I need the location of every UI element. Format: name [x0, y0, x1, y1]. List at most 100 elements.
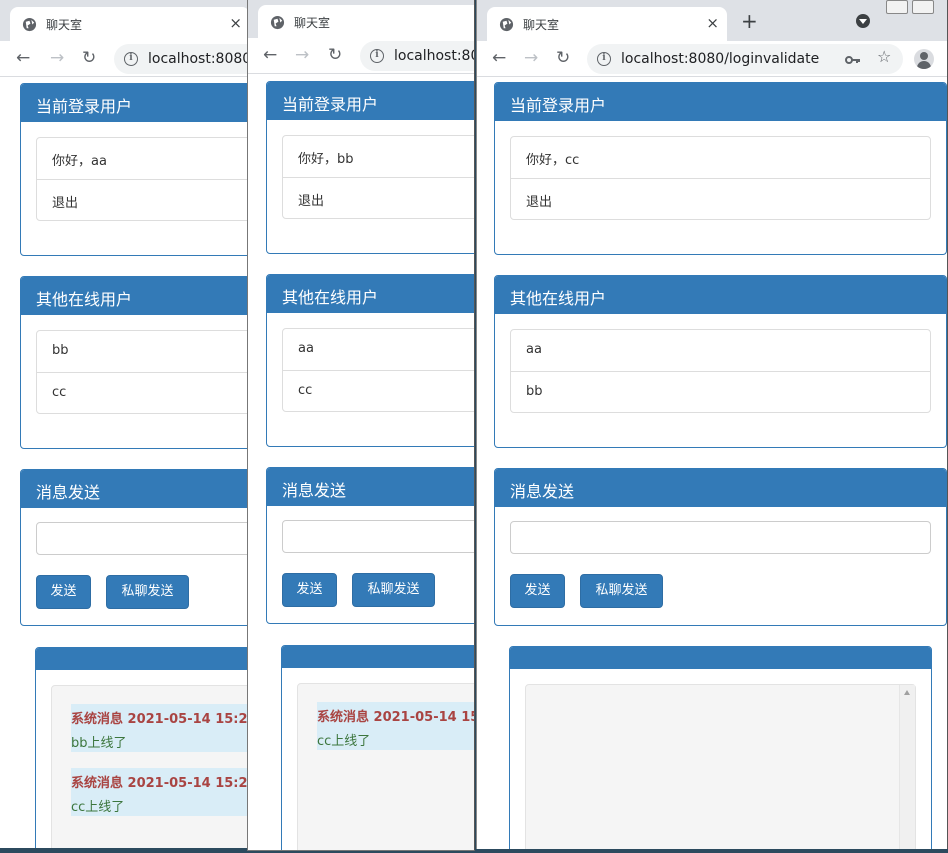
- send-button[interactable]: 发送: [282, 573, 337, 607]
- info-icon[interactable]: i: [370, 49, 384, 63]
- private-send-button[interactable]: 私聊发送: [580, 574, 663, 608]
- message-text: cc上线了: [71, 792, 249, 816]
- address-bar[interactable]: i localhost:8080/loginvalidate ☆: [587, 44, 903, 74]
- greeting-text: 你好，aa: [52, 154, 107, 169]
- tab-close-icon[interactable]: ×: [706, 15, 719, 31]
- chat-scrollbar[interactable]: [899, 685, 915, 849]
- chat-panel: 系统消息 2021-05-14 15:23: bb上线了 系统消息 2021-0…: [35, 647, 249, 848]
- panel-title: 当前登录用户: [21, 84, 249, 122]
- send-message-panel: 消息发送 发送 私聊发送: [494, 468, 947, 626]
- chat-panel-header: [282, 646, 474, 668]
- address-bar[interactable]: i localhost:808: [360, 41, 474, 71]
- tab-strip: 聊天室: [248, 0, 474, 39]
- chat-message: 系统消息 2021-05-14 15:23: bb上线了: [71, 704, 249, 752]
- greeting-text: 你好，bb: [298, 152, 354, 167]
- online-user-item[interactable]: aa: [511, 330, 930, 371]
- chat-log[interactable]: [525, 684, 916, 849]
- greeting-text: 你好，cc: [526, 153, 580, 168]
- message-input[interactable]: [282, 520, 474, 553]
- message-input[interactable]: [36, 522, 249, 555]
- chat-message: 系统消息 2021-05-14 15:23: cc上线了: [71, 768, 249, 816]
- send-message-panel: 消息发送 发送 私聊发送: [20, 469, 249, 626]
- tab-chatroom[interactable]: 聊天室: [258, 5, 474, 39]
- online-user-item[interactable]: bb: [37, 331, 249, 372]
- panel-title: 其他在线用户: [21, 277, 249, 315]
- chat-panel: 系统消息 2021-05-14 15:2 cc上线了: [281, 645, 474, 850]
- tab-strip: 聊天室 ×: [0, 0, 249, 41]
- message-text: bb上线了: [71, 728, 249, 752]
- online-user-list: bb cc: [36, 330, 249, 414]
- tab-title: 聊天室: [46, 17, 83, 32]
- chat-panel: [509, 646, 932, 849]
- current-user-panel: 当前登录用户 你好，bb 退出: [266, 81, 474, 254]
- current-user-panel: 当前登录用户 你好，cc 退出: [494, 82, 947, 255]
- online-user-item[interactable]: cc: [283, 370, 474, 411]
- browser-window-aa: 聊天室 × ← → ↻ i localhost:8080/ 当前登录用户 你好，…: [0, 0, 250, 848]
- panel-title: 消息发送: [495, 469, 946, 507]
- forward-icon[interactable]: →: [524, 47, 538, 69]
- current-user-list: 你好，aa 退出: [36, 137, 249, 221]
- online-users-panel: 其他在线用户 aa bb: [494, 275, 947, 448]
- address-bar[interactable]: i localhost:8080/: [114, 44, 249, 74]
- tab-close-icon[interactable]: ×: [229, 15, 242, 31]
- reload-icon[interactable]: ↻: [556, 47, 570, 69]
- maximize-icon[interactable]: [912, 0, 934, 14]
- message-input[interactable]: [510, 521, 931, 554]
- online-user-item[interactable]: aa: [283, 329, 474, 370]
- reload-icon[interactable]: ↻: [82, 47, 96, 69]
- profile-avatar-icon[interactable]: [914, 49, 934, 69]
- logout-link[interactable]: 退出: [37, 179, 249, 220]
- tab-search-icon[interactable]: [856, 14, 870, 28]
- back-icon[interactable]: ←: [492, 47, 506, 69]
- chat-log[interactable]: 系统消息 2021-05-14 15:2 cc上线了: [297, 683, 474, 850]
- panel-title: 当前登录用户: [495, 83, 946, 121]
- key-icon[interactable]: [845, 53, 861, 67]
- online-user-item[interactable]: cc: [37, 372, 249, 413]
- chat-message: 系统消息 2021-05-14 15:2 cc上线了: [317, 702, 474, 750]
- panel-title: 其他在线用户: [267, 275, 474, 313]
- back-icon[interactable]: ←: [16, 47, 30, 69]
- online-users-panel: 其他在线用户 bb cc: [20, 276, 249, 449]
- send-button[interactable]: 发送: [36, 575, 91, 609]
- new-tab-icon[interactable]: +: [741, 10, 758, 32]
- back-icon[interactable]: ←: [263, 44, 277, 66]
- minimize-icon[interactable]: [886, 0, 908, 14]
- logout-link[interactable]: 退出: [283, 177, 474, 218]
- tab-chatroom[interactable]: 聊天室 ×: [487, 7, 727, 41]
- private-send-button[interactable]: 私聊发送: [106, 575, 189, 609]
- chat-log[interactable]: 系统消息 2021-05-14 15:23: bb上线了 系统消息 2021-0…: [51, 685, 249, 848]
- info-icon[interactable]: i: [124, 52, 138, 66]
- send-button[interactable]: 发送: [510, 574, 565, 608]
- info-icon[interactable]: i: [597, 52, 611, 66]
- page-content: 当前登录用户 你好，bb 退出 其他在线用户 aa cc 消息发送 发送 私聊发…: [248, 76, 474, 850]
- tab-title: 聊天室: [294, 15, 331, 30]
- globe-icon: [270, 15, 285, 29]
- browser-toolbar: ← → ↻ i localhost:8080/loginvalidate ☆: [477, 41, 947, 77]
- online-user-list: aa cc: [282, 328, 474, 412]
- panel-title: 消息发送: [21, 470, 249, 508]
- browser-toolbar: ← → ↻ i localhost:808: [248, 38, 474, 74]
- message-meta: 系统消息 2021-05-14 15:23:: [71, 704, 249, 728]
- send-message-panel: 消息发送 发送 私聊发送: [266, 467, 474, 624]
- forward-icon[interactable]: →: [295, 44, 309, 66]
- message-meta: 系统消息 2021-05-14 15:23:: [71, 768, 249, 792]
- forward-icon[interactable]: →: [50, 47, 64, 69]
- browser-toolbar: ← → ↻ i localhost:8080/: [0, 41, 249, 77]
- reload-icon[interactable]: ↻: [328, 44, 342, 66]
- online-user-item[interactable]: bb: [511, 371, 930, 412]
- page-content: 当前登录用户 你好，cc 退出 其他在线用户 aa bb 消息发送 发送 私聊发…: [477, 78, 947, 849]
- tab-chatroom[interactable]: 聊天室 ×: [10, 7, 249, 41]
- private-send-button[interactable]: 私聊发送: [352, 573, 435, 607]
- panel-title: 其他在线用户: [495, 276, 946, 314]
- globe-icon: [499, 17, 514, 31]
- star-icon[interactable]: ☆: [877, 49, 891, 65]
- globe-icon: [22, 17, 37, 31]
- browser-window-cc: 聊天室 × + ← → ↻ i localhost:8080/loginvali…: [476, 0, 948, 849]
- scroll-up-icon[interactable]: [904, 690, 910, 695]
- panel-title: 当前登录用户: [267, 82, 474, 120]
- panel-title: 消息发送: [267, 468, 474, 506]
- logout-link[interactable]: 退出: [511, 178, 930, 219]
- online-users-panel: 其他在线用户 aa cc: [266, 274, 474, 447]
- tab-title: 聊天室: [523, 17, 560, 32]
- current-user-list: 你好，bb 退出: [282, 135, 474, 219]
